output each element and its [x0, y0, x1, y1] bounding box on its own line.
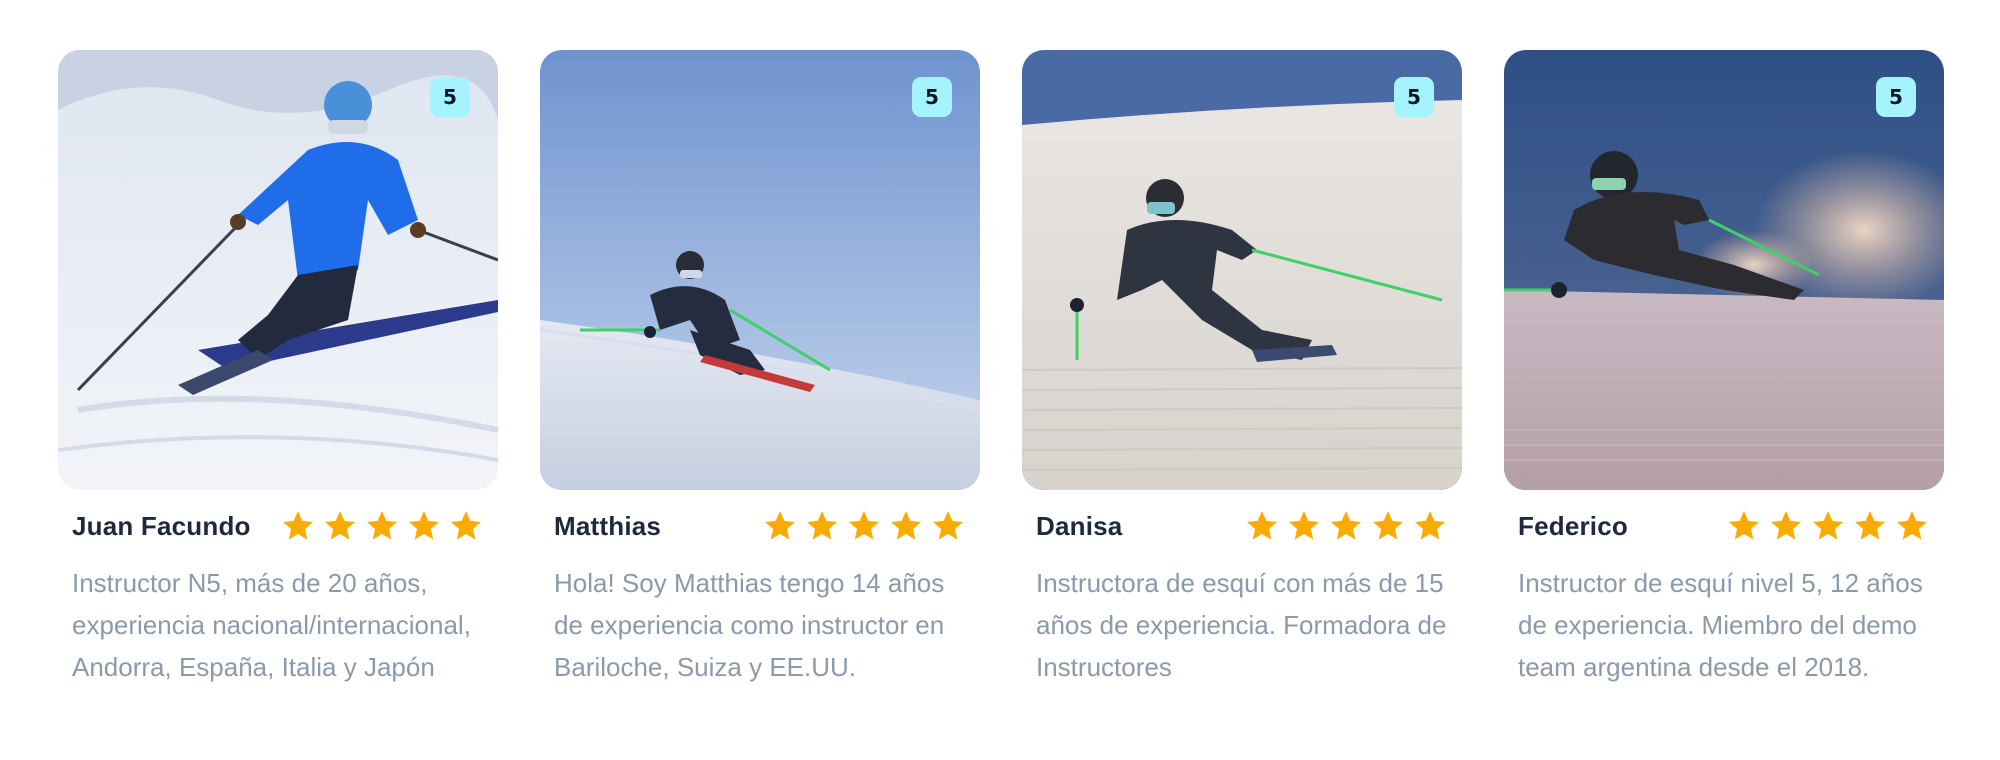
star-icon — [1810, 508, 1846, 544]
star-rating — [762, 508, 966, 544]
star-rating — [1726, 508, 1930, 544]
instructor-photo[interactable]: 5 — [1022, 50, 1462, 490]
instructor-card-danisa[interactable]: 5 Danisa Instructora de esquí con más de… — [1022, 50, 1462, 688]
skier-dark-suit-blue-sky-photo — [540, 50, 980, 490]
star-icon — [280, 508, 316, 544]
star-rating — [280, 508, 484, 544]
star-icon — [888, 508, 924, 544]
instructor-photo[interactable]: 5 — [1504, 50, 1944, 490]
instructor-bio: Instructor N5, más de 20 años, experienc… — [72, 568, 471, 682]
instructor-name: Matthias — [554, 510, 662, 541]
instructor-bio: Instructor de esquí nivel 5, 12 años de … — [1518, 568, 1923, 682]
name-rating-row: Juan Facundo — [58, 506, 498, 546]
instructor-grid: 5 Juan Facundo Instructor N5, más de 20 … — [58, 50, 1944, 688]
star-icon — [406, 508, 442, 544]
instructor-bio: Hola! Soy Matthias tengo 14 años de expe… — [554, 568, 945, 682]
star-icon — [1286, 508, 1322, 544]
instructor-name: Juan Facundo — [72, 510, 251, 541]
rating-badge: 5 — [1876, 77, 1916, 117]
star-icon — [1370, 508, 1406, 544]
skier-blue-jacket-photo — [58, 50, 498, 490]
instructor-bio: Instructora de esquí con más de 15 años … — [1036, 568, 1447, 682]
star-icon — [804, 508, 840, 544]
star-icon — [762, 508, 798, 544]
instructor-card-matthias[interactable]: 5 Matthias Hola! Soy Matthias tengo 14 a… — [540, 50, 980, 688]
instructor-name: Danisa — [1036, 510, 1123, 541]
star-icon — [1768, 508, 1804, 544]
star-icon — [1328, 508, 1364, 544]
star-rating — [1244, 508, 1448, 544]
instructor-photo[interactable]: 5 — [540, 50, 980, 490]
name-rating-row: Federico — [1504, 506, 1944, 546]
star-icon — [1726, 508, 1762, 544]
star-icon — [448, 508, 484, 544]
instructor-photo[interactable]: 5 — [58, 50, 498, 490]
star-icon — [1244, 508, 1280, 544]
name-rating-row: Danisa — [1022, 506, 1462, 546]
star-icon — [1412, 508, 1448, 544]
instructor-name: Federico — [1518, 510, 1628, 541]
star-icon — [930, 508, 966, 544]
rating-badge: 5 — [1394, 77, 1434, 117]
name-rating-row: Matthias — [540, 506, 980, 546]
skier-dark-suit-slope-photo — [1022, 50, 1462, 490]
star-icon — [364, 508, 400, 544]
rating-badge: 5 — [430, 77, 470, 117]
star-icon — [1852, 508, 1888, 544]
rating-badge: 5 — [912, 77, 952, 117]
star-icon — [322, 508, 358, 544]
skier-sunset-spray-photo — [1504, 50, 1944, 490]
instructor-card-juan-facundo[interactable]: 5 Juan Facundo Instructor N5, más de 20 … — [58, 50, 498, 688]
instructor-card-federico[interactable]: 5 Federico Instructor de esquí nivel 5, … — [1504, 50, 1944, 688]
star-icon — [846, 508, 882, 544]
star-icon — [1894, 508, 1930, 544]
